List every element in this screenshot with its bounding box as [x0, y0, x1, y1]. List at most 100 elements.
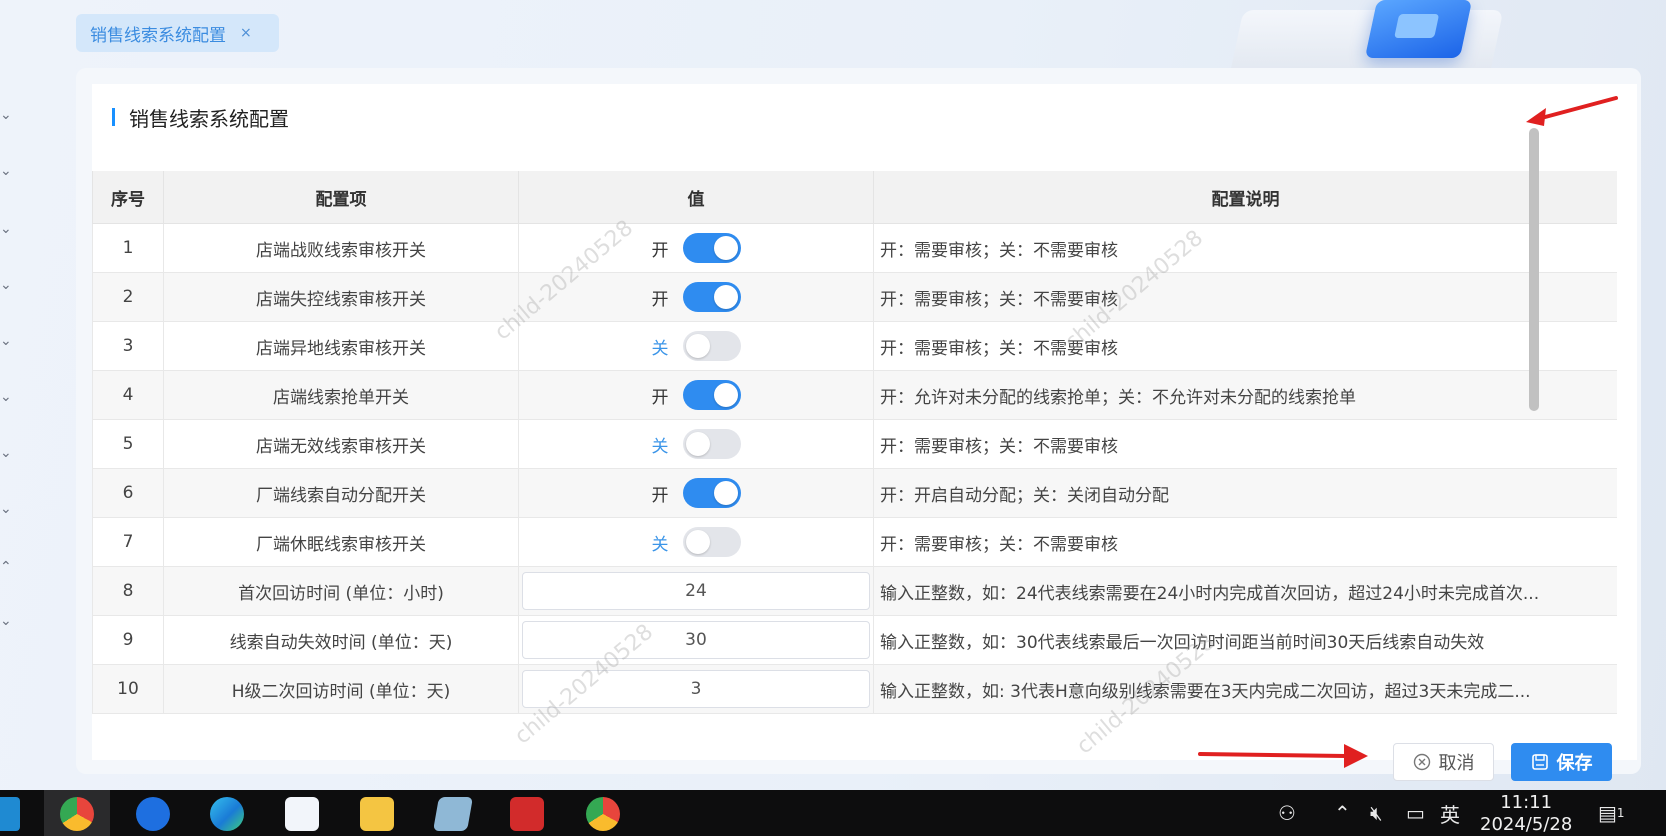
table-row: 6 厂端线索自动分配开关 开 开：开启自动分配；关：关闭自动分配	[92, 468, 1617, 518]
row-number: 8	[92, 566, 164, 616]
table-row: 5 店端无效线索审核开关 关 开：需要审核；关：不需要审核	[92, 419, 1617, 469]
notification-icon[interactable]: ▤ 1	[1598, 790, 1625, 836]
edge-icon[interactable]	[210, 797, 244, 831]
chevron-up-icon[interactable]: ⌃	[1334, 790, 1351, 836]
maps-icon[interactable]	[136, 797, 170, 831]
config-item: 厂端线索自动分配开关	[163, 468, 519, 518]
volume-muted-icon[interactable]: 🔇︎	[1370, 790, 1383, 836]
notification-count: 1	[1616, 806, 1625, 820]
download-icon[interactable]	[285, 797, 319, 831]
column-header-item: 配置项	[163, 171, 519, 224]
tab-label: 销售线索系统配置	[90, 25, 226, 46]
scrollbar-thumb[interactable]	[1529, 128, 1539, 411]
folder-icon[interactable]	[360, 797, 394, 831]
chevron-down-icon[interactable]: ⌄	[0, 390, 14, 404]
wps-icon[interactable]	[510, 797, 544, 831]
switch-state-label: 关	[651, 534, 669, 555]
chevron-down-icon[interactable]: ⌄	[0, 334, 14, 348]
config-description: 输入正整数，如: 3代表H意向级别线索需要在3天内完成二次回访，超过3天未完成二…	[873, 664, 1617, 714]
table-row: 4 店端线索抢单开关 开 开：允许对未分配的线索抢单；关：不允许对未分配的线索抢单	[92, 370, 1617, 420]
table-row: 7 厂端休眠线索审核开关 关 开：需要审核；关：不需要审核	[92, 517, 1617, 567]
page-title-text: 销售线索系统配置	[129, 106, 289, 131]
chevron-down-icon[interactable]: ⌄	[0, 502, 14, 516]
row-number: 2	[92, 272, 164, 322]
switch-state-label: 开	[651, 240, 669, 261]
vscode-icon[interactable]	[0, 797, 20, 831]
value-cell: 关	[518, 419, 874, 469]
user-icon[interactable]: ⚇	[1278, 790, 1296, 836]
tab-sales-lead-config[interactable]: 销售线索系统配置 ×	[76, 14, 279, 52]
number-input[interactable]	[522, 572, 870, 610]
chrome-icon[interactable]	[586, 797, 620, 831]
toggle-switch[interactable]	[683, 478, 741, 508]
chevron-down-icon[interactable]: ⌄	[0, 164, 14, 178]
table-row: 1 店端战败线索审核开关 开 开：需要审核；关：不需要审核	[92, 223, 1617, 273]
annotation-arrow-top	[1526, 96, 1618, 126]
chevron-down-icon[interactable]: ⌄	[0, 108, 14, 122]
toggle-switch[interactable]	[683, 331, 741, 361]
save-button[interactable]: 保存	[1511, 743, 1612, 781]
chevron-down-icon[interactable]: ⌄	[0, 222, 14, 236]
table-row: 8首次回访时间 (单位：小时) 输入正整数，如：24代表线索需要在24小时内完成…	[92, 566, 1617, 616]
config-item: 店端战败线索审核开关	[163, 223, 519, 273]
value-cell: 关	[518, 517, 874, 567]
toggle-knob	[686, 432, 710, 456]
notepad-icon[interactable]	[433, 797, 473, 831]
number-input[interactable]	[522, 621, 870, 659]
row-number: 7	[92, 517, 164, 567]
toggle-switch[interactable]	[683, 429, 741, 459]
value-cell	[518, 615, 874, 665]
save-label: 保存	[1556, 753, 1593, 774]
config-table: 序号 配置项 值 配置说明 1 店端战败线索审核开关 开 开：需要审核；关：不需要…	[92, 171, 1617, 723]
value-cell: 开	[518, 468, 874, 518]
config-description: 输入正整数，如：24代表线索需要在24小时内完成首次回访，超过24小时未完成首次…	[873, 566, 1617, 616]
table-row: 9线索自动失效时间 (单位：天) 输入正整数，如：30代表线索最后一次回访时间距…	[92, 615, 1617, 665]
ime-indicator[interactable]: 英	[1440, 790, 1460, 836]
column-header-no: 序号	[92, 171, 164, 224]
annotation-arrow-bottom	[1198, 744, 1368, 768]
chevron-down-icon[interactable]: ⌄	[0, 446, 14, 460]
cancel-button[interactable]: 取消	[1393, 743, 1494, 781]
config-description: 开：允许对未分配的线索抢单；关：不允许对未分配的线索抢单	[873, 370, 1617, 420]
column-header-value: 值	[518, 171, 874, 224]
value-cell: 开	[518, 272, 874, 322]
switch-state-label: 关	[651, 338, 669, 359]
row-number: 3	[92, 321, 164, 371]
table-row: 10H级二次回访时间 (单位：天) 输入正整数，如: 3代表H意向级别线索需要在…	[92, 664, 1617, 714]
table-scrollbar[interactable]	[1527, 128, 1541, 596]
chevron-up-icon[interactable]: ⌃	[0, 560, 14, 574]
value-cell: 开	[518, 223, 874, 273]
chrome-icon[interactable]	[60, 797, 94, 831]
toggle-switch[interactable]	[683, 233, 741, 263]
column-header-desc: 配置说明	[873, 171, 1617, 224]
table-header-row: 序号 配置项 值 配置说明	[92, 171, 1617, 224]
toggle-knob	[714, 383, 738, 407]
row-number: 10	[92, 664, 164, 714]
config-item: 线索自动失效时间 (单位：天)	[163, 615, 519, 665]
toggle-switch[interactable]	[683, 380, 741, 410]
row-number: 5	[92, 419, 164, 469]
config-item: 店端无效线索审核开关	[163, 419, 519, 469]
value-cell: 开	[518, 370, 874, 420]
cancel-label: 取消	[1438, 753, 1475, 774]
toggle-knob	[714, 285, 738, 309]
chevron-down-icon[interactable]: ⌄	[0, 278, 14, 292]
config-description: 开：开启自动分配；关：关闭自动分配	[873, 468, 1617, 518]
number-input[interactable]	[522, 670, 870, 708]
switch-state-label: 开	[651, 387, 669, 408]
cancel-circle-icon	[1413, 753, 1430, 771]
toggle-switch[interactable]	[683, 282, 741, 312]
taskbar: ⚇ ⌃ 🔇︎ ▭ 英 11:11 2024/5/28 ▤ 1	[0, 790, 1666, 836]
switch-state-label: 开	[651, 289, 669, 310]
toggle-knob	[714, 236, 738, 260]
config-item: 店端失控线索审核开关	[163, 272, 519, 322]
config-description: 开：需要审核；关：不需要审核	[873, 419, 1617, 469]
config-description: 开：需要审核；关：不需要审核	[873, 517, 1617, 567]
system-clock[interactable]: 11:11 2024/5/28	[1480, 792, 1572, 836]
close-icon[interactable]: ×	[240, 25, 252, 41]
page-title: 销售线索系统配置	[112, 102, 289, 132]
battery-icon[interactable]: ▭	[1406, 790, 1425, 836]
config-description: 开：需要审核；关：不需要审核	[873, 321, 1617, 371]
toggle-switch[interactable]	[683, 527, 741, 557]
chevron-down-icon[interactable]: ⌄	[0, 614, 14, 628]
